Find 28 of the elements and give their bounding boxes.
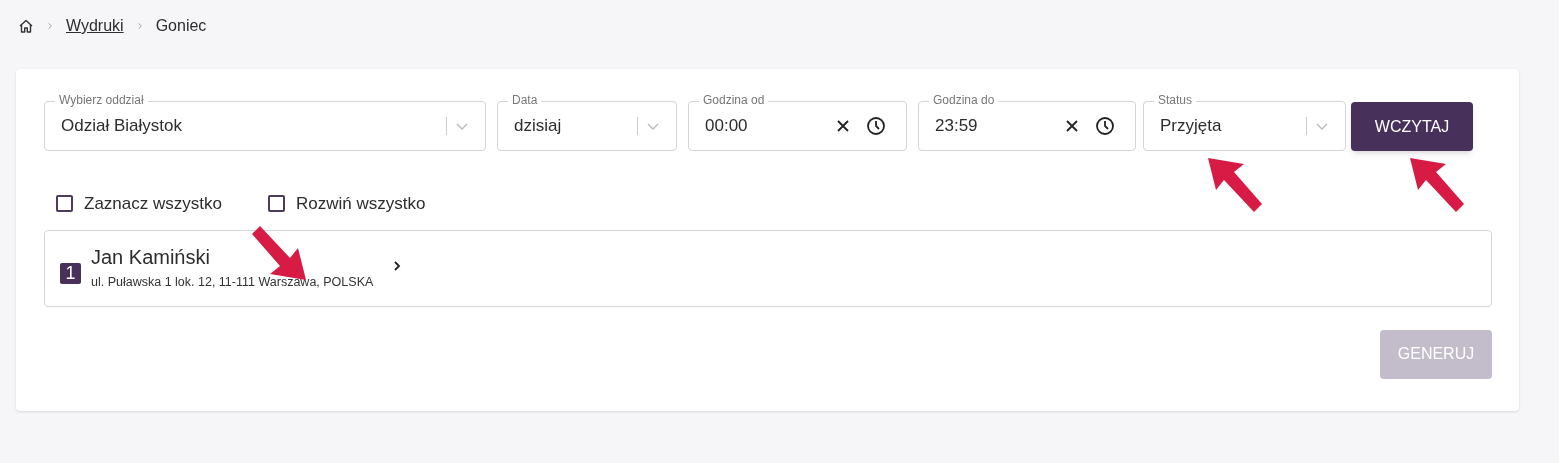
field-value: Odział Białystok — [61, 115, 183, 138]
field-label: Godzina od — [699, 93, 769, 107]
field-value: dzisiaj — [514, 115, 563, 138]
field-label: Data — [508, 93, 542, 107]
clock-icon[interactable] — [1095, 116, 1115, 136]
field-value: 23:59 — [935, 115, 979, 138]
field-label: Status — [1154, 93, 1197, 107]
field-label: Wybierz oddział — [55, 93, 148, 107]
checkbox-option[interactable]: Zaznacz wszystko — [56, 191, 222, 217]
load-button[interactable]: WCZYTAJ — [1351, 102, 1473, 151]
number-badge: 1 — [60, 262, 81, 284]
clear-icon[interactable] — [1065, 119, 1079, 133]
clear-icon[interactable] — [836, 119, 850, 133]
checkbox-option[interactable]: Rozwiń wszystko — [267, 191, 426, 217]
recipient-name: Jan Kamiński — [91, 245, 211, 271]
field-label: Godzina do — [929, 93, 999, 107]
chevron-icon — [46, 20, 54, 32]
breadcrumb-link[interactable]: Wydruki — [66, 14, 124, 38]
home-icon[interactable] — [18, 18, 34, 34]
breadcrumb-current: Goniec — [155, 16, 207, 36]
field-value: Przyjęta — [1160, 115, 1223, 138]
recipient-row[interactable]: 1 Jan Kamiński ul. Puławska 1 lok. 12, 11-111 Warszawa, POLSKA — [44, 229, 1492, 307]
clock-icon[interactable] — [866, 116, 886, 136]
recipient-address: ul. Puławska 1 lok. 12, 11-111 Warszawa, POLSKA — [91, 274, 374, 292]
checkbox[interactable] — [56, 195, 73, 213]
field-value: 00:00 — [705, 115, 749, 138]
checkbox[interactable] — [267, 195, 285, 213]
chevron-icon — [135, 20, 144, 32]
